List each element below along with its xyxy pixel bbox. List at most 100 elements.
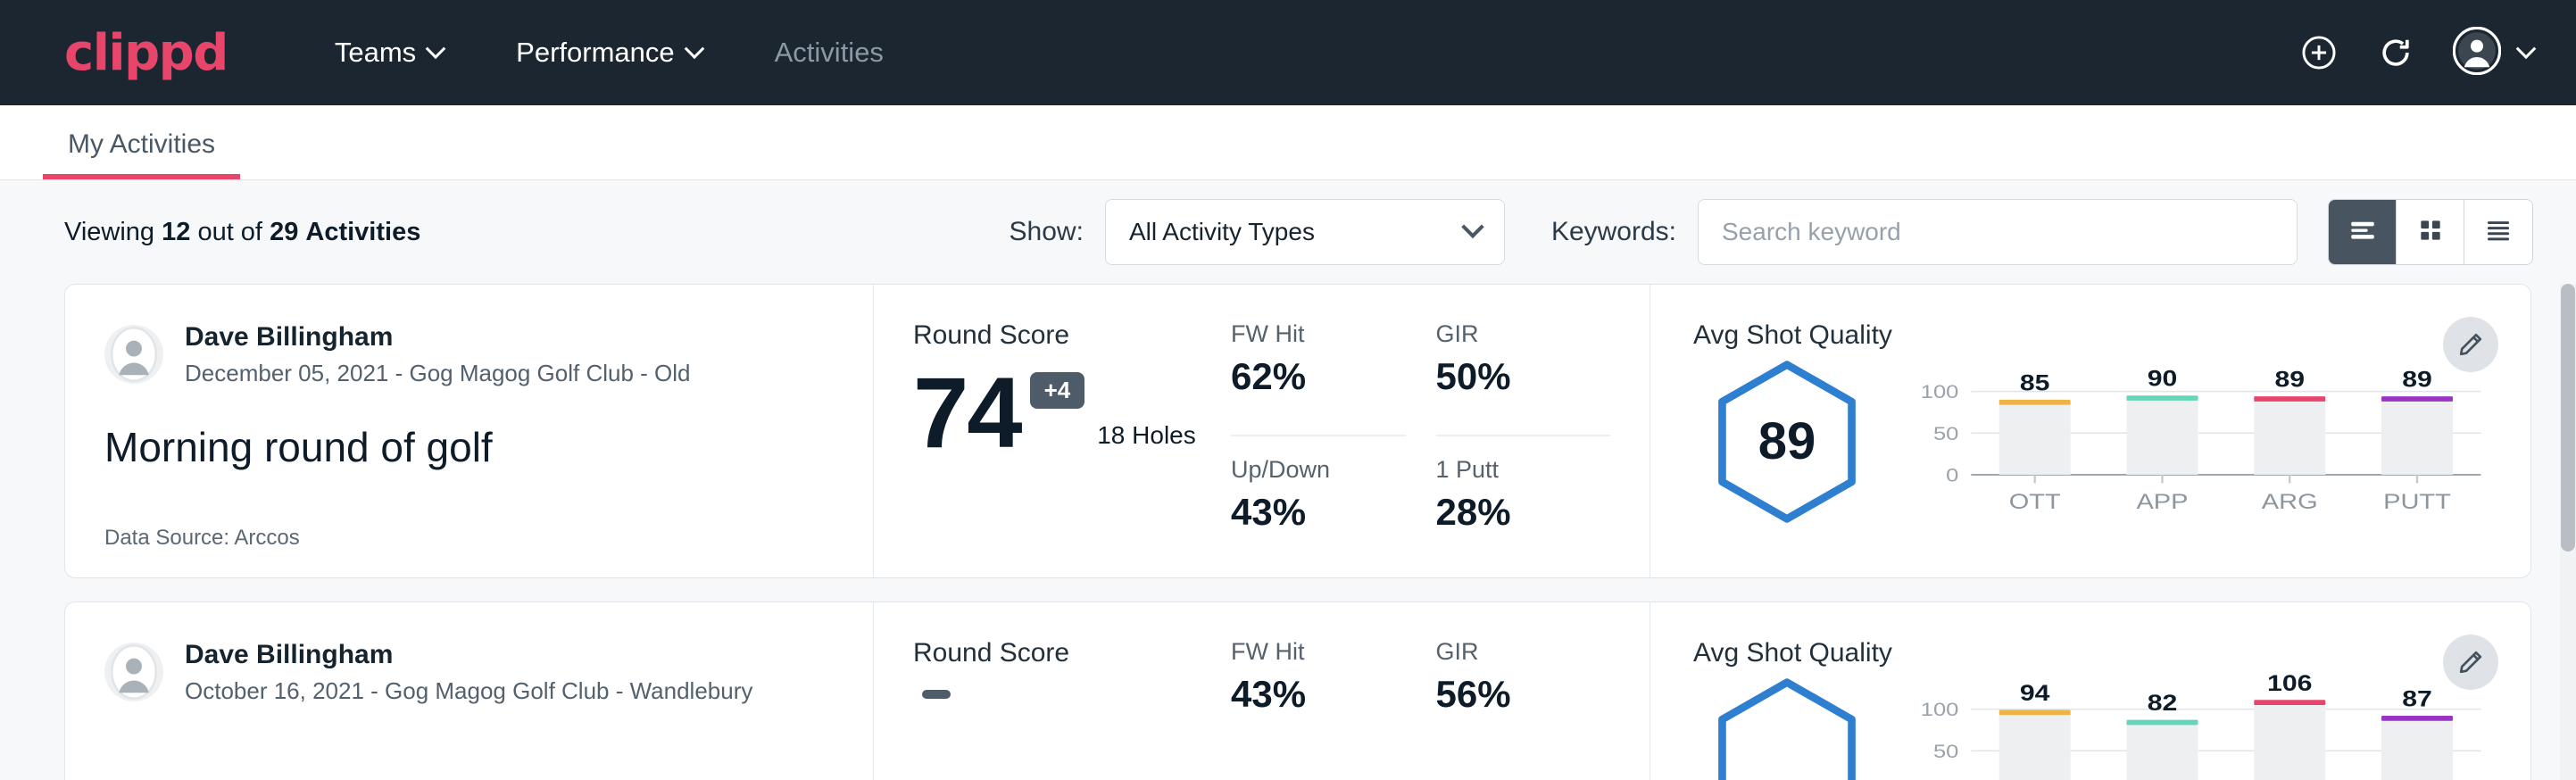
svg-text:100: 100 xyxy=(1921,699,1959,719)
svg-text:85: 85 xyxy=(2020,370,2050,395)
quality-hexagon xyxy=(1708,675,1866,780)
svg-text:94: 94 xyxy=(2020,681,2050,706)
scrollbar-thumb[interactable] xyxy=(2561,284,2575,552)
score-delta-badge: +4 xyxy=(1030,372,1085,409)
avatar xyxy=(104,325,163,384)
show-label: Show: xyxy=(1010,217,1084,247)
stat-value: 56% xyxy=(1436,673,1611,716)
stat-up-down: Up/Down 43% xyxy=(1231,436,1406,551)
shot-quality-chart: 05010094OTT82APP106ARG87PUTT xyxy=(1881,672,2491,780)
avg-shot-quality-label: Avg Shot Quality xyxy=(1693,638,2491,668)
stat-value: 43% xyxy=(1231,491,1406,534)
round-score-value: 74 xyxy=(913,367,1021,459)
stat-fw-hit: FW Hit 62% xyxy=(1231,320,1406,436)
edit-activity-button[interactable] xyxy=(2443,317,2498,372)
round-score-label: Round Score xyxy=(913,320,1231,351)
filter-controls: Show: All Activity Types Keywords: xyxy=(1010,199,2533,265)
main-nav: Teams Performance Activities xyxy=(310,26,932,79)
stat-gir: GIR 50% xyxy=(1436,320,1611,436)
viewing-middle: out of xyxy=(197,218,262,246)
chevron-down-icon xyxy=(684,38,704,59)
activity-meta: December 05, 2021 - Gog Magog Golf Club … xyxy=(185,358,691,389)
avg-shot-quality-column: Avg Shot Quality 05010094OTT82APP106ARG8… xyxy=(1650,602,2530,780)
list-icon xyxy=(2347,215,2378,250)
svg-text:106: 106 xyxy=(2267,672,2312,695)
player-name: Dave Billingham xyxy=(185,320,691,354)
stat-fw-hit: FW Hit 43% xyxy=(1231,638,1406,780)
viewing-suffix: Activities xyxy=(305,218,420,246)
holes-played: 18 Holes xyxy=(1097,421,1196,459)
svg-text:ARG: ARG xyxy=(2262,489,2318,513)
nav-item-performance[interactable]: Performance xyxy=(491,26,726,79)
view-mode-compact-button[interactable] xyxy=(2464,200,2532,264)
brand-logo[interactable]: clippd xyxy=(64,24,228,82)
round-score-label: Round Score xyxy=(913,638,1231,668)
nav-item-label: Teams xyxy=(335,37,416,69)
view-mode-list-button[interactable] xyxy=(2329,200,2397,264)
nav-item-label: Performance xyxy=(516,37,674,69)
stat-value: 43% xyxy=(1231,673,1406,716)
activity-card[interactable]: Dave Billingham October 16, 2021 - Gog M… xyxy=(64,602,2531,780)
quality-hexagon-wrapper xyxy=(1693,675,1881,780)
keywords-label: Keywords: xyxy=(1551,217,1676,247)
stat-value: 62% xyxy=(1231,355,1406,398)
svg-text:89: 89 xyxy=(2402,367,2432,392)
refresh-icon[interactable] xyxy=(2376,33,2415,72)
stat-value: 50% xyxy=(1436,355,1611,398)
page-scrollbar[interactable] xyxy=(2560,284,2576,780)
edit-activity-button[interactable] xyxy=(2443,635,2498,690)
svg-text:50: 50 xyxy=(1933,423,1958,444)
top-navigation-bar: clippd Teams Performance Activities xyxy=(0,0,2576,105)
viewing-total: 29 xyxy=(270,218,298,246)
nav-item-activities[interactable]: Activities xyxy=(750,26,909,79)
tab-my-activities[interactable]: My Activities xyxy=(43,129,240,179)
pencil-icon xyxy=(2456,330,2485,359)
avg-shot-quality-label: Avg Shot Quality xyxy=(1693,320,2491,351)
svg-text:APP: APP xyxy=(2136,489,2188,513)
stat-label: FW Hit xyxy=(1231,320,1406,348)
search-input-wrapper[interactable] xyxy=(1698,199,2298,265)
user-avatar-icon xyxy=(2453,27,2501,79)
viewing-prefix: Viewing xyxy=(64,218,154,246)
player-name: Dave Billingham xyxy=(185,638,752,672)
stat-label: GIR xyxy=(1436,320,1611,348)
svg-text:87: 87 xyxy=(2402,686,2432,711)
search-input[interactable] xyxy=(1722,218,2273,246)
nav-item-teams[interactable]: Teams xyxy=(310,26,468,79)
avg-shot-quality-column: Avg Shot Quality 89 05010085OTT90APP89AR… xyxy=(1650,285,2530,577)
svg-text:89: 89 xyxy=(2274,367,2305,392)
stat-one-putt: 1 Putt 28% xyxy=(1436,436,1611,551)
avatar xyxy=(104,643,163,701)
viewing-count: 12 xyxy=(162,218,190,246)
tab-strip: My Activities xyxy=(0,105,2576,180)
activity-card[interactable]: Dave Billingham December 05, 2021 - Gog … xyxy=(64,284,2531,578)
stat-label: GIR xyxy=(1436,638,1611,666)
round-score-column: Round Score 74 +4 18 Holes xyxy=(874,285,1231,577)
filter-bar: Viewing 12 out of 29 Activities Show: Al… xyxy=(0,180,2576,284)
round-score-row xyxy=(913,685,1231,693)
activity-type-select[interactable]: All Activity Types xyxy=(1105,199,1505,265)
hexagon-icon xyxy=(1708,675,1866,780)
quality-score-value: 89 xyxy=(1758,411,1816,471)
stats-column: FW Hit 62% GIR 50% Up/Down 43% 1 Putt 28… xyxy=(1231,285,1650,577)
svg-text:0: 0 xyxy=(1946,465,1958,485)
svg-text:100: 100 xyxy=(1921,381,1959,402)
plus-circle-icon[interactable] xyxy=(2299,33,2339,72)
svg-text:50: 50 xyxy=(1933,741,1958,761)
quality-hexagon: 89 xyxy=(1708,357,1866,527)
grid-icon xyxy=(2416,216,2445,249)
quality-hexagon-wrapper: 89 xyxy=(1693,357,1881,527)
activity-info-column: Dave Billingham December 05, 2021 - Gog … xyxy=(65,285,874,577)
pencil-icon xyxy=(2456,648,2485,676)
user-menu[interactable] xyxy=(2453,27,2533,79)
activity-meta: October 16, 2021 - Gog Magog Golf Club -… xyxy=(185,676,752,707)
nav-item-label: Activities xyxy=(775,37,884,69)
svg-text:90: 90 xyxy=(2148,366,2178,391)
view-mode-grid-button[interactable] xyxy=(2397,200,2464,264)
chevron-down-icon xyxy=(2516,38,2537,59)
activity-title: Morning round of golf xyxy=(104,423,834,471)
svg-text:PUTT: PUTT xyxy=(2383,489,2451,513)
view-mode-toggle xyxy=(2328,199,2533,265)
viewing-summary: Viewing 12 out of 29 Activities xyxy=(64,218,420,247)
activity-data-source: Data Source: Arccos xyxy=(104,526,834,551)
